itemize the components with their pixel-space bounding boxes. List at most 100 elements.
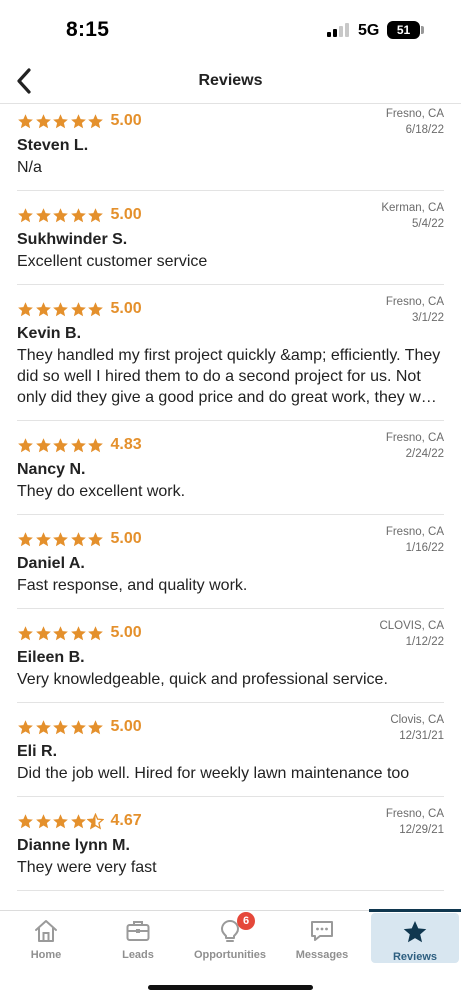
star-rating: 5.00 (17, 529, 142, 549)
review-location: Fresno, CA (385, 108, 444, 120)
star-rating: 5.00 (17, 299, 142, 319)
rating-value: 4.83 (110, 436, 142, 453)
review-item[interactable]: 4.83 Fresno, CA 2/24/22 Nancy N. They do exc… (17, 421, 444, 515)
battery-cap (421, 26, 424, 34)
star-icon (53, 301, 68, 316)
review-text: They were very fast (17, 859, 157, 876)
chat-icon (308, 917, 336, 945)
review-header: 5.00 Kerman, CA 5/4/22 (17, 200, 444, 232)
review-date: 6/18/22 (405, 124, 444, 136)
review-location: CLOVIS, CA (379, 620, 444, 632)
review-location: Fresno, CA (385, 808, 444, 820)
review-date: 12/31/21 (399, 730, 444, 742)
star-icon (18, 719, 33, 734)
star-icon (35, 301, 51, 316)
star-icon (53, 625, 68, 640)
review-header: 5.00 Fresno, CA 1/16/22 (17, 525, 444, 554)
review-meta: Fresno, CA 12/29/21 (386, 806, 444, 838)
opportunities-badge: 6 (237, 912, 255, 930)
briefcase-icon (124, 917, 152, 945)
star-icon (401, 918, 429, 946)
tab-home-label: Home (30, 949, 62, 961)
tab-messages-label: Messages (295, 949, 349, 961)
star-icon (88, 719, 103, 734)
review-item[interactable]: 5.00 Fresno, CA 3/1/22 Kevin B. They handled… (17, 285, 444, 421)
review-meta: Fresno, CA 3/1/22 (386, 294, 444, 326)
reviewer-name: Nancy N. (17, 461, 86, 478)
status-bar: 8:15 5G 51 (0, 0, 461, 58)
rating-value: 5.00 (110, 112, 142, 129)
star-rating: 5.00 (17, 205, 142, 225)
status-time: 8:15 (66, 18, 110, 41)
star-icon (35, 207, 51, 222)
star-icon (70, 437, 86, 452)
review-item[interactable]: 5.00 CLOVIS, CA 1/12/22 Eileen B. Very knowl… (17, 609, 444, 703)
star-rating: 4.67 (17, 811, 142, 831)
review-item[interactable]: 5.00 Clovis, CA 12/31/21 Eli R. Did the job … (17, 703, 444, 797)
tab-reviews-label: Reviews (392, 951, 438, 963)
tab-opportunities[interactable]: 6 Opportunities (184, 911, 276, 967)
star-icon (18, 207, 33, 222)
review-meta: Fresno, CA 2/24/22 (386, 430, 444, 462)
star-icon (18, 625, 33, 640)
star-icon (53, 719, 68, 734)
review-header: 5.00 Clovis, CA 12/31/21 (17, 713, 444, 742)
star-icon (53, 207, 68, 222)
reviewer-name: Daniel A. (17, 555, 85, 572)
battery-percent: 51 (396, 23, 411, 37)
review-meta: Kerman, CA 5/4/22 (381, 200, 444, 232)
star-icon (70, 625, 86, 640)
review-date: 5/4/22 (412, 218, 444, 230)
home-indicator (148, 985, 313, 990)
star-icon (88, 437, 103, 452)
review-text: Did the job well. Hired for weekly lawn … (17, 765, 410, 782)
review-location: Clovis, CA (390, 714, 444, 726)
rating-value: 5.00 (110, 300, 142, 317)
star-icon (88, 113, 103, 128)
review-text: Excellent customer service (17, 253, 208, 270)
reviewer-name: Dianne lynn M. (17, 837, 130, 854)
rating-value: 5.00 (110, 530, 142, 547)
star-half-icon (87, 812, 104, 830)
star-icon (35, 437, 51, 452)
star-icon (70, 813, 86, 828)
review-text: They handled my first project quickly &a… (17, 347, 444, 406)
star-icon (88, 301, 103, 316)
review-location: Fresno, CA (385, 526, 444, 538)
star-icon (18, 531, 33, 546)
star-icon (70, 719, 86, 734)
rating-value: 4.67 (110, 812, 142, 829)
review-header: 5.00 CLOVIS, CA 1/12/22 (17, 618, 444, 650)
review-header: 5.00 Fresno, CA 6/18/22 (17, 107, 444, 136)
home-icon (32, 917, 60, 945)
star-icon (53, 813, 68, 828)
review-item[interactable]: 4.67 Fresno, CA 12/29/21 Dianne lynn M. They… (17, 797, 444, 891)
page-title: Reviews (198, 72, 263, 89)
review-text: N/a (17, 159, 42, 176)
tab-reviews[interactable]: Reviews (371, 913, 459, 963)
star-icon (70, 207, 86, 222)
reviewer-name: Sukhwinder S. (17, 231, 128, 248)
lightbulb-icon: 6 (216, 912, 255, 945)
tab-messages[interactable]: Messages (276, 911, 368, 967)
review-text: Very knowledgeable, quick and profession… (17, 671, 388, 688)
review-item[interactable]: 5.00 Fresno, CA 1/16/22 Daniel A. Fast respo… (17, 515, 444, 609)
review-text: They do excellent work. (17, 483, 186, 500)
tab-home[interactable]: Home (0, 911, 92, 967)
star-icon (35, 625, 51, 640)
tab-leads[interactable]: Leads (92, 911, 184, 967)
review-text: Fast response, and quality work. (17, 577, 248, 594)
star-rating: 5.00 (17, 111, 142, 131)
rating-value: 5.00 (110, 624, 142, 641)
review-meta: CLOVIS, CA 1/12/22 (379, 618, 444, 650)
star-rating: 5.00 (17, 623, 142, 643)
star-icon (70, 113, 86, 128)
star-rating: 4.83 (17, 435, 142, 455)
review-item[interactable]: 5.00 Kerman, CA 5/4/22 Sukhwinder S. Excelle… (17, 191, 444, 285)
signal-icon (327, 23, 351, 37)
star-icon (88, 625, 103, 640)
review-header: 4.83 Fresno, CA 2/24/22 (17, 430, 444, 462)
review-list[interactable]: 5.00 Fresno, CA 6/18/22 Steven L. N/a 5.00 Ker… (0, 104, 461, 910)
review-date: 3/1/22 (412, 312, 444, 324)
review-item[interactable]: 5.00 Fresno, CA 6/18/22 Steven L. N/a (17, 104, 444, 191)
